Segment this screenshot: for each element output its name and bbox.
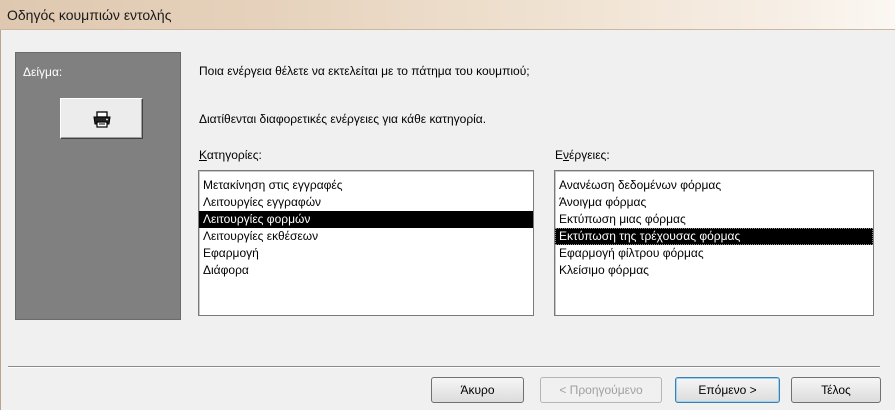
action-item[interactable]: Άνοιγμα φόρμας	[555, 194, 873, 211]
action-item[interactable]: Εκτύπωση μιας φόρμας	[555, 211, 873, 228]
cancel-button[interactable]: Άκυρο	[431, 377, 524, 403]
separator	[8, 366, 880, 368]
action-item[interactable]: Ανανέωση δεδομένων φόρμας	[555, 177, 873, 194]
sample-panel: Δείγμα:	[15, 52, 181, 320]
categories-label: Κατηγορίες:	[199, 148, 262, 162]
actions-listbox[interactable]: Ανανέωση δεδομένων φόρμας Άνοιγμα φόρμας Ε…	[554, 170, 874, 316]
category-item[interactable]: Λειτουργίες φορμών	[199, 211, 533, 228]
action-item[interactable]: Κλείσιμο φόρμας	[555, 262, 873, 279]
question-text: Ποια ενέργεια θέλετε να εκτελείται με το…	[199, 64, 530, 78]
printer-icon	[93, 111, 111, 128]
action-item[interactable]: Εκτύπωση της τρέχουσας φόρμας	[555, 228, 873, 245]
hint-text: Διατίθενται διαφορετικές ενέργειες για κ…	[199, 112, 487, 126]
back-button[interactable]: < Προηγούμενο	[540, 377, 662, 403]
actions-label: Ενέργειες:	[555, 148, 610, 162]
next-button[interactable]: Επόμενο >	[675, 377, 780, 403]
categories-listbox[interactable]: Μετακίνηση στις εγγραφές Λειτουργίες εγγρ…	[198, 170, 534, 316]
window-title: Οδηγός κουμπιών εντολής	[7, 7, 172, 23]
category-item[interactable]: Εφαρμογή	[199, 245, 533, 262]
actions-label-text: Ενέργειες:	[555, 148, 610, 162]
category-item[interactable]: Λειτουργίες εκθέσεων	[199, 228, 533, 245]
sample-button	[60, 98, 143, 139]
sample-label: Δείγμα:	[23, 65, 63, 79]
category-item[interactable]: Λειτουργίες εγγραφών	[199, 194, 533, 211]
action-item[interactable]: Εφαρμογή φίλτρου φόρμας	[555, 245, 873, 262]
category-item[interactable]: Μετακίνηση στις εγγραφές	[199, 177, 533, 194]
category-item[interactable]: Διάφορα	[199, 262, 533, 279]
finish-button[interactable]: Τέλος	[791, 377, 881, 403]
title-bar[interactable]: Οδηγός κουμπιών εντολής	[0, 0, 895, 30]
